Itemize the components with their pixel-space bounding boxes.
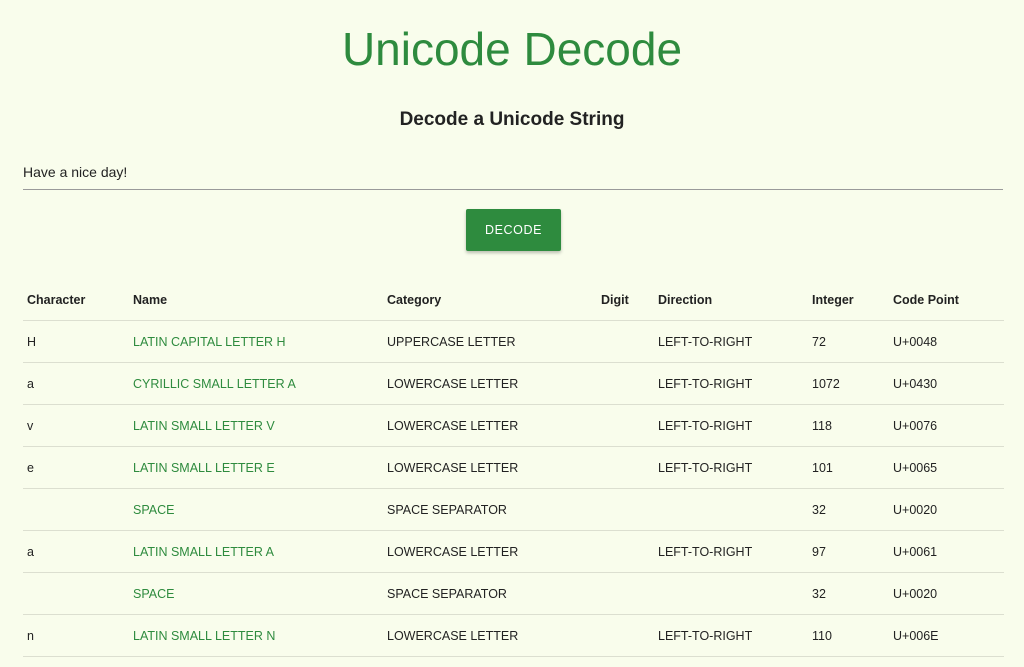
integer-cell: 101 — [808, 446, 889, 489]
column-header-digit: Digit — [597, 279, 654, 321]
code-point-cell: U+0048 — [889, 320, 1004, 363]
table-header-row: Character Name Category Digit Direction … — [23, 279, 1004, 321]
integer-cell: 72 — [808, 320, 889, 363]
name-cell: LATIN SMALL LETTER N — [129, 614, 383, 657]
table-row: a CYRILLIC SMALL LETTER A LOWERCASE LETT… — [23, 362, 1004, 405]
direction-cell — [654, 488, 808, 531]
column-header-direction: Direction — [654, 279, 808, 321]
table-body: H LATIN CAPITAL LETTER H UPPERCASE LETTE… — [23, 320, 1004, 657]
digit-cell — [597, 530, 654, 573]
column-header-name: Name — [129, 279, 383, 321]
name-cell: SPACE — [129, 572, 383, 615]
direction-cell: LEFT-TO-RIGHT — [654, 320, 808, 363]
table-row: SPACE SPACE SEPARATOR 32 U+0020 — [23, 572, 1004, 615]
code-point-cell: U+0020 — [889, 488, 1004, 531]
column-header-character: Character — [23, 279, 129, 321]
table-row: e LATIN SMALL LETTER E LOWERCASE LETTER … — [23, 446, 1004, 489]
character-cell: a — [23, 362, 129, 405]
category-cell: LOWERCASE LETTER — [383, 404, 597, 447]
integer-cell: 1072 — [808, 362, 889, 405]
code-point-cell: U+0076 — [889, 404, 1004, 447]
string-input[interactable] — [23, 160, 1003, 184]
integer-cell: 32 — [808, 488, 889, 531]
character-cell: n — [23, 614, 129, 657]
digit-cell — [597, 404, 654, 447]
character-cell — [23, 488, 129, 531]
column-header-integer: Integer — [808, 279, 889, 321]
name-cell: SPACE — [129, 488, 383, 531]
direction-cell: LEFT-TO-RIGHT — [654, 530, 808, 573]
table-row: a LATIN SMALL LETTER A LOWERCASE LETTER … — [23, 530, 1004, 573]
category-cell: LOWERCASE LETTER — [383, 530, 597, 573]
category-cell: LOWERCASE LETTER — [383, 614, 597, 657]
category-cell: LOWERCASE LETTER — [383, 446, 597, 489]
code-point-cell: U+0065 — [889, 446, 1004, 489]
digit-cell — [597, 572, 654, 615]
string-input-container — [23, 160, 1003, 190]
name-cell: CYRILLIC SMALL LETTER A — [129, 362, 383, 405]
digit-cell — [597, 446, 654, 489]
character-cell: v — [23, 404, 129, 447]
name-cell: LATIN CAPITAL LETTER H — [129, 320, 383, 363]
digit-cell — [597, 362, 654, 405]
integer-cell: 97 — [808, 530, 889, 573]
integer-cell: 32 — [808, 572, 889, 615]
character-cell: H — [23, 320, 129, 363]
direction-cell: LEFT-TO-RIGHT — [654, 446, 808, 489]
character-cell: a — [23, 530, 129, 573]
name-cell: LATIN SMALL LETTER V — [129, 404, 383, 447]
table-row: v LATIN SMALL LETTER V LOWERCASE LETTER … — [23, 404, 1004, 447]
category-cell: LOWERCASE LETTER — [383, 362, 597, 405]
code-point-cell: U+0061 — [889, 530, 1004, 573]
character-cell: e — [23, 446, 129, 489]
digit-cell — [597, 488, 654, 531]
table-row: H LATIN CAPITAL LETTER H UPPERCASE LETTE… — [23, 320, 1004, 363]
page-title: Unicode Decode — [341, 23, 683, 75]
decode-button[interactable]: DECODE — [466, 209, 561, 251]
page-subtitle: Decode a Unicode String — [399, 109, 625, 130]
character-cell — [23, 572, 129, 615]
direction-cell: LEFT-TO-RIGHT — [654, 614, 808, 657]
code-point-cell: U+006E — [889, 614, 1004, 657]
table-row: SPACE SPACE SEPARATOR 32 U+0020 — [23, 488, 1004, 531]
table-row: n LATIN SMALL LETTER N LOWERCASE LETTER … — [23, 614, 1004, 657]
category-cell: SPACE SEPARATOR — [383, 488, 597, 531]
digit-cell — [597, 614, 654, 657]
category-cell: UPPERCASE LETTER — [383, 320, 597, 363]
digit-cell — [597, 320, 654, 363]
direction-cell: LEFT-TO-RIGHT — [654, 362, 808, 405]
integer-cell: 118 — [808, 404, 889, 447]
table-header: Character Name Category Digit Direction … — [23, 279, 1004, 321]
code-point-cell: U+0020 — [889, 572, 1004, 615]
category-cell: SPACE SEPARATOR — [383, 572, 597, 615]
name-cell: LATIN SMALL LETTER A — [129, 530, 383, 573]
direction-cell — [654, 572, 808, 615]
results-table: Character Name Category Digit Direction … — [23, 279, 1004, 657]
name-cell: LATIN SMALL LETTER E — [129, 446, 383, 489]
column-header-category: Category — [383, 279, 597, 321]
direction-cell: LEFT-TO-RIGHT — [654, 404, 808, 447]
code-point-cell: U+0430 — [889, 362, 1004, 405]
integer-cell: 110 — [808, 614, 889, 657]
page: Unicode Decode Decode a Unicode String D… — [0, 0, 1024, 667]
column-header-code-point: Code Point — [889, 279, 1004, 321]
